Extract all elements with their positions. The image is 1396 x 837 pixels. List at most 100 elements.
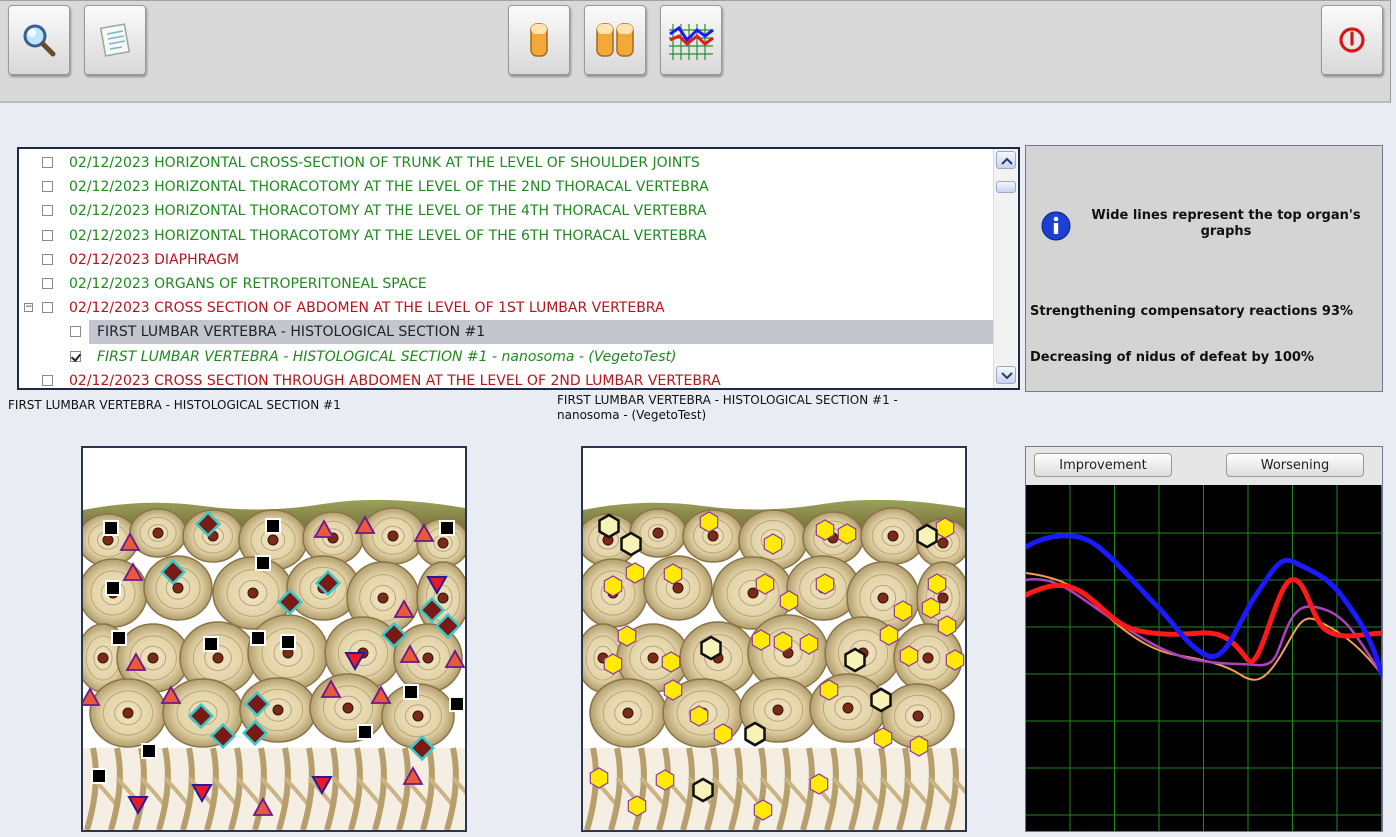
- marker-square: [357, 724, 373, 740]
- haversian-canal: [147, 652, 159, 664]
- marker-square: [91, 768, 107, 784]
- row-checkbox[interactable]: [42, 374, 53, 386]
- marker-hexagon: [916, 523, 938, 549]
- marker-hexagon: [663, 563, 683, 585]
- row-label: FIRST LUMBAR VERTEBRA - HISTOLOGICAL SEC…: [97, 324, 486, 341]
- marker-square: [403, 684, 419, 700]
- marker-hexagon: [837, 523, 857, 545]
- haversian-canal: [172, 582, 184, 594]
- graph-view-button[interactable]: [660, 5, 722, 75]
- worsening-button[interactable]: Worsening: [1226, 453, 1364, 477]
- row-checkbox[interactable]: [70, 350, 81, 362]
- marker-hexagon: [598, 513, 620, 539]
- haversian-canal: [707, 530, 719, 542]
- notebook-icon: [99, 23, 131, 57]
- haversian-canal: [622, 707, 634, 719]
- row-checkbox[interactable]: [42, 302, 53, 314]
- list-scrollbar[interactable]: [993, 149, 1018, 388]
- single-capsule-icon: [530, 23, 548, 57]
- magnifier-icon: [23, 24, 56, 57]
- haversian-canal: [647, 652, 659, 664]
- marker-hexagon: [879, 624, 899, 646]
- marker-hexagon: [603, 653, 623, 675]
- marker-hexagon: [873, 727, 893, 749]
- list-row[interactable]: 02/12/2023 HORIZONTAL THORACOTOMY AT THE…: [19, 224, 994, 248]
- marker-hexagon: [692, 777, 714, 803]
- haversian-canal: [267, 534, 279, 546]
- row-checkbox[interactable]: [42, 205, 53, 217]
- marker-hexagon: [655, 769, 675, 791]
- haversian-canal: [912, 710, 924, 722]
- list-row[interactable]: 02/12/2023 HORIZONTAL CROSS-SECTION OF T…: [19, 151, 994, 175]
- histology-image-after: [581, 446, 967, 832]
- marker-hexagon: [819, 679, 839, 701]
- marker-hexagon: [755, 573, 775, 595]
- haversian-canal: [97, 652, 109, 664]
- row-checkbox[interactable]: [70, 326, 81, 338]
- list-row[interactable]: FIRST LUMBAR VERTEBRA - HISTOLOGICAL SEC…: [19, 345, 994, 369]
- haversian-canal: [937, 537, 949, 549]
- haversian-canal: [387, 530, 399, 542]
- scroll-up-button[interactable]: [996, 151, 1016, 169]
- list-row[interactable]: FIRST LUMBAR VERTEBRA - HISTOLOGICAL SEC…: [19, 320, 994, 345]
- marker-hexagon: [625, 562, 645, 584]
- marker-hexagon: [893, 600, 913, 622]
- haversian-canal: [887, 530, 899, 542]
- marker-hexagon: [927, 573, 947, 595]
- row-checkbox[interactable]: [42, 157, 53, 168]
- notes-button[interactable]: [84, 5, 146, 75]
- haversian-canal: [102, 534, 114, 546]
- scroll-down-button[interactable]: [996, 366, 1016, 384]
- trend-graph: [1023, 485, 1385, 831]
- row-checkbox[interactable]: [42, 229, 53, 241]
- row-label: 02/12/2023 CROSS SECTION THROUGH ABDOMEN…: [69, 372, 721, 389]
- list-row[interactable]: 02/12/2023 ORGANS OF RETROPERITONEAL SPA…: [19, 272, 994, 296]
- list-row[interactable]: 02/12/2023 DIAPHRAGM: [19, 248, 994, 272]
- row-checkbox[interactable]: [42, 278, 53, 289]
- single-view-button[interactable]: [508, 5, 570, 75]
- search-button[interactable]: [8, 5, 70, 75]
- marker-hexagon: [815, 573, 835, 595]
- right-image-caption: FIRST LUMBAR VERTEBRA - HISTOLOGICAL SEC…: [557, 393, 898, 422]
- list-row[interactable]: 02/12/2023 CROSS SECTION THROUGH ABDOMEN…: [19, 369, 994, 389]
- trend-graph-panel: Improvement Worsening: [1023, 446, 1385, 832]
- marker-hexagon: [713, 723, 733, 745]
- marker-hexagon: [899, 645, 919, 667]
- marker-square: [103, 520, 119, 536]
- marker-hexagon: [699, 511, 719, 533]
- power-button[interactable]: [1321, 5, 1383, 75]
- nidus-decrease-text: Decreasing of nidus of defeat by 100%: [1030, 350, 1314, 365]
- line-graph-icon: [669, 24, 714, 60]
- marker-square: [105, 580, 121, 596]
- collapse-icon[interactable]: −: [24, 303, 33, 313]
- chevron-down-icon: [1001, 372, 1013, 380]
- marker-hexagon: [945, 649, 965, 671]
- power-icon: [1339, 27, 1365, 53]
- marker-hexagon: [763, 533, 783, 555]
- marker-hexagon: [589, 767, 609, 789]
- marker-hexagon: [663, 679, 683, 701]
- row-checkbox[interactable]: [42, 181, 53, 193]
- row-label: 02/12/2023 HORIZONTAL THORACOTOMY AT THE…: [69, 203, 707, 220]
- list-row[interactable]: 02/12/2023 HORIZONTAL THORACOTOMY AT THE…: [19, 199, 994, 223]
- haversian-canal: [422, 652, 434, 664]
- marker-hexagon: [844, 647, 866, 673]
- marker-square: [203, 636, 219, 652]
- marker-hexagon: [744, 721, 766, 747]
- marker-hexagon: [603, 575, 623, 597]
- improvement-button[interactable]: Improvement: [1034, 453, 1172, 477]
- list-row[interactable]: − 02/12/2023 CROSS SECTION OF ABDOMEN AT …: [19, 296, 994, 320]
- row-label: 02/12/2023 ORGANS OF RETROPERITONEAL SPA…: [69, 276, 427, 292]
- marker-hexagon: [627, 795, 647, 817]
- haversian-canal: [772, 704, 784, 716]
- haversian-canal: [672, 582, 684, 594]
- marker-square: [439, 520, 455, 536]
- list-row[interactable]: 02/12/2023 HORIZONTAL THORACOTOMY AT THE…: [19, 175, 994, 199]
- scroll-thumb[interactable]: [996, 181, 1016, 193]
- compare-view-button[interactable]: [584, 5, 646, 75]
- marker-square: [449, 696, 465, 712]
- marker-hexagon: [617, 625, 637, 647]
- marker-hexagon: [689, 705, 709, 727]
- haversian-canal: [437, 592, 449, 604]
- row-checkbox[interactable]: [42, 253, 53, 265]
